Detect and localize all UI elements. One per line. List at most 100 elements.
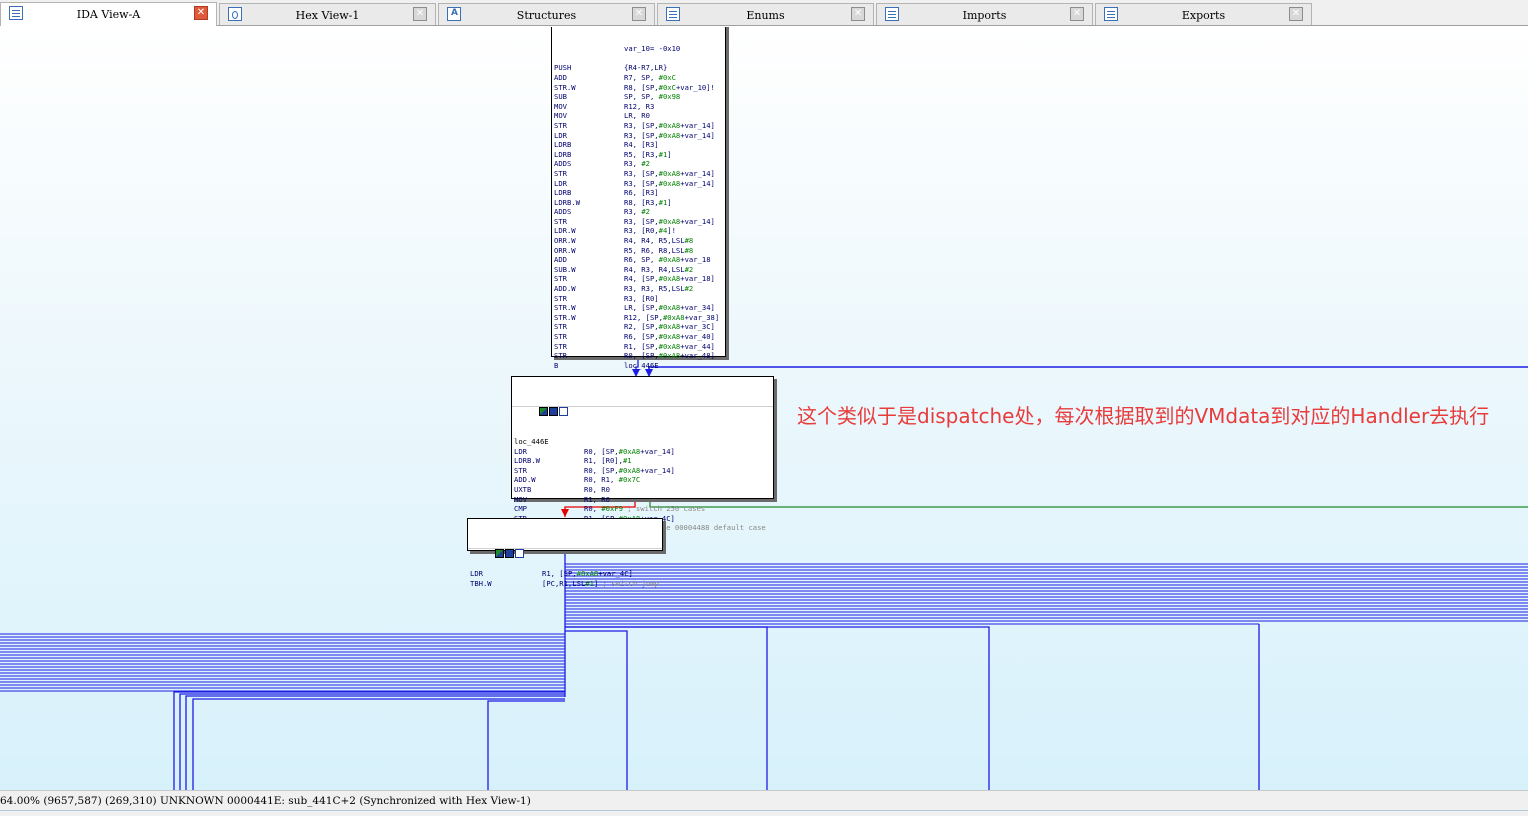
code-line[interactable]: MOV R12, R3 [554,102,723,112]
operands: R5, R6, R8,LSL#8 [624,245,694,255]
code-line[interactable]: ADDS R3, #2 [554,207,723,217]
code-line[interactable]: LDRB.W R8, [R3,#1] [554,198,723,208]
code-line[interactable]: LDRB R5, [R3,#1] [554,150,723,160]
code-line[interactable]: STR R2, [SP,#0xA8+var_3C] [554,322,723,332]
tab-imports[interactable]: Imports ✕ [876,3,1093,25]
code-line[interactable]: loc_446E [514,437,771,447]
code-line[interactable]: STR.W LR, [SP,#0xA8+var_34] [554,303,723,313]
code-line[interactable]: STR R3, [SP,#0xA8+var_14] [554,169,723,179]
operands: R8, [R3,#1] [624,197,672,207]
status-sync: (Synchronized with Hex View-1) [359,795,531,807]
comment: ; switch jump [598,578,659,588]
node-graph-icon[interactable] [548,406,558,416]
mnemonic: LDR [554,130,567,140]
code-line[interactable]: STR R6, [SP,#0xA8+var_40] [554,332,723,342]
code-line[interactable]: ADD.W R3, R3, R5,LSL#2 [554,284,723,294]
code-line[interactable]: ADDS R3, #2 [554,159,723,169]
graph-node-switch[interactable]: LDR R1, [SP,#0xA8+var_4C] TBH.W [PC,R1,LSL#… [467,518,663,588]
tab-hex-view-1[interactable]: Hex View-1 ✕ [219,3,436,25]
operands: R4, R4, R5,LSL#8 [624,236,694,246]
code-line[interactable]: STR R0, [SP,#0xA8+var_14] [514,466,771,476]
graph-node-dispatch[interactable]: loc_446E LDR R0, [SP,#0xA8+var_14] LDRB.W R1… [511,376,774,532]
close-icon[interactable]: ✕ [851,7,865,21]
tab-enums[interactable]: Enums ✕ [657,3,874,25]
operands: R6, [R3] [624,188,659,198]
code-line[interactable]: STR.W R12, [SP,#0xA8+var_38] [554,313,723,323]
node-group-icon[interactable] [514,548,524,558]
code-line[interactable]: SUB.W R4, R3, R4,LSL#2 [554,265,723,275]
node-group-icon[interactable] [558,406,568,416]
mnemonic: ADD.W [514,475,536,485]
mnemonic: ADD.W [554,284,576,294]
operands: R4, [SP,#0xA8+var_18] [624,274,715,284]
code-line[interactable]: LDR R3, [SP,#0xA8+var_14] [554,131,723,141]
status-graph-coords: (9657,587) [43,795,102,807]
close-icon[interactable]: ✕ [1289,7,1303,21]
mnemonic [514,427,584,437]
close-icon[interactable]: ✕ [413,7,427,21]
mnemonic: loc_446E [514,436,549,446]
code-line[interactable]: TBH.W [PC,R1,LSL#1] ; switch jump [470,579,660,589]
operands: R5, [R3,#1] [624,149,672,159]
code-line[interactable]: STR R0, [SP,#0xA8+var_48] [554,351,723,361]
node-color-icon[interactable] [538,406,548,416]
operands: R7, SP, #0xC [624,72,676,82]
code-line[interactable]: LDR R3, [SP,#0xA8+var_14] [554,179,723,189]
operands: R3, [SP,#0xA8+var_14] [624,216,715,226]
code-line[interactable]: CMP R0, #0xF9 ; switch 250 cases [514,504,771,514]
mnemonic: MOV [554,111,567,121]
operands: loc_446E [624,360,659,370]
close-icon[interactable]: ✕ [632,7,646,21]
close-icon[interactable]: ✕ [1070,7,1084,21]
structures-icon [447,7,461,21]
comment: ; switch 250 cases [622,504,706,514]
code-line[interactable]: STR R4, [SP,#0xA8+var_18] [554,274,723,284]
code-line[interactable]: LDR R1, [SP,#0xA8+var_4C] [470,569,660,579]
code-line[interactable]: Bloc_446E [554,361,723,371]
tab-label: Structures [516,9,577,22]
tab-label: IDA View-A [76,8,141,21]
node-graph-icon[interactable] [504,548,514,558]
code-line[interactable]: ADD R7, SP, #0xC [554,73,723,83]
code-line[interactable]: LDRB R4, [R3] [554,140,723,150]
edge-bundle-right [565,563,1528,625]
code-line[interactable]: ORR.W R4, R4, R5,LSL#8 [554,236,723,246]
operands: R3, #2 [624,159,650,169]
graph-view-canvas[interactable]: var_10= -0x10 PUSH {R4-R7,LR} ADD R7, SP, #… [0,27,1528,790]
tab-structures[interactable]: Structures ✕ [438,3,655,25]
code-line[interactable]: MOV R1, R0 [514,495,771,505]
code-line[interactable]: var_10= -0x10 [554,44,723,54]
operands: LR, R0 [624,111,650,121]
code-line[interactable]: STR R3, [SP,#0xA8+var_14] [554,121,723,131]
code-line[interactable]: PUSH {R4-R7,LR} [554,63,723,73]
mnemonic: LDRB [554,140,572,150]
code-line[interactable]: MOV LR, R0 [554,111,723,121]
code-line[interactable]: STR.W R8, [SP,#0xC+var_10]! [554,83,723,93]
code-line[interactable]: STR R1, [SP,#0xA8+var_44] [554,342,723,352]
code-line[interactable]: STR R3, [R0] [554,294,723,304]
tab-exports[interactable]: Exports ✕ [1095,3,1312,25]
code-line[interactable]: ORR.W R5, R6, R8,LSL#8 [554,246,723,256]
close-icon[interactable]: ✕ [194,6,208,20]
code-line[interactable]: LDR.W R3, [R0,#4]! [554,226,723,236]
edge-lower-left [173,691,565,790]
edge-bundle-left [0,633,565,692]
node-color-icon[interactable] [494,548,504,558]
code-line[interactable]: UXTB R0, R0 [514,485,771,495]
code-line[interactable]: LDRB.W R1, [R0],#1 [514,456,771,466]
operands: R0, R1, #0x7C [584,475,641,485]
code-line[interactable] [514,427,771,437]
tab-ida-view-a[interactable]: IDA View-A ✕ [0,2,217,26]
code-line[interactable]: LDRB R6, [R3] [554,188,723,198]
mnemonic: ADDS [554,207,572,217]
graph-node-entry[interactable]: var_10= -0x10 PUSH {R4-R7,LR} ADD R7, SP, #… [551,27,726,370]
code-line[interactable] [554,54,723,64]
mnemonic [554,54,624,64]
code-line[interactable]: ADD.W R0, R1, #0x7C [514,475,771,485]
code-line[interactable]: ADD R6, SP, #0xA8+var_18 [554,255,723,265]
mnemonic: ADD [554,255,567,265]
mnemonic: STR [554,168,567,178]
code-line[interactable]: SUB SP, SP, #0x98 [554,92,723,102]
code-line[interactable]: STR R3, [SP,#0xA8+var_14] [554,217,723,227]
code-line[interactable]: LDR R0, [SP,#0xA8+var_14] [514,447,771,457]
